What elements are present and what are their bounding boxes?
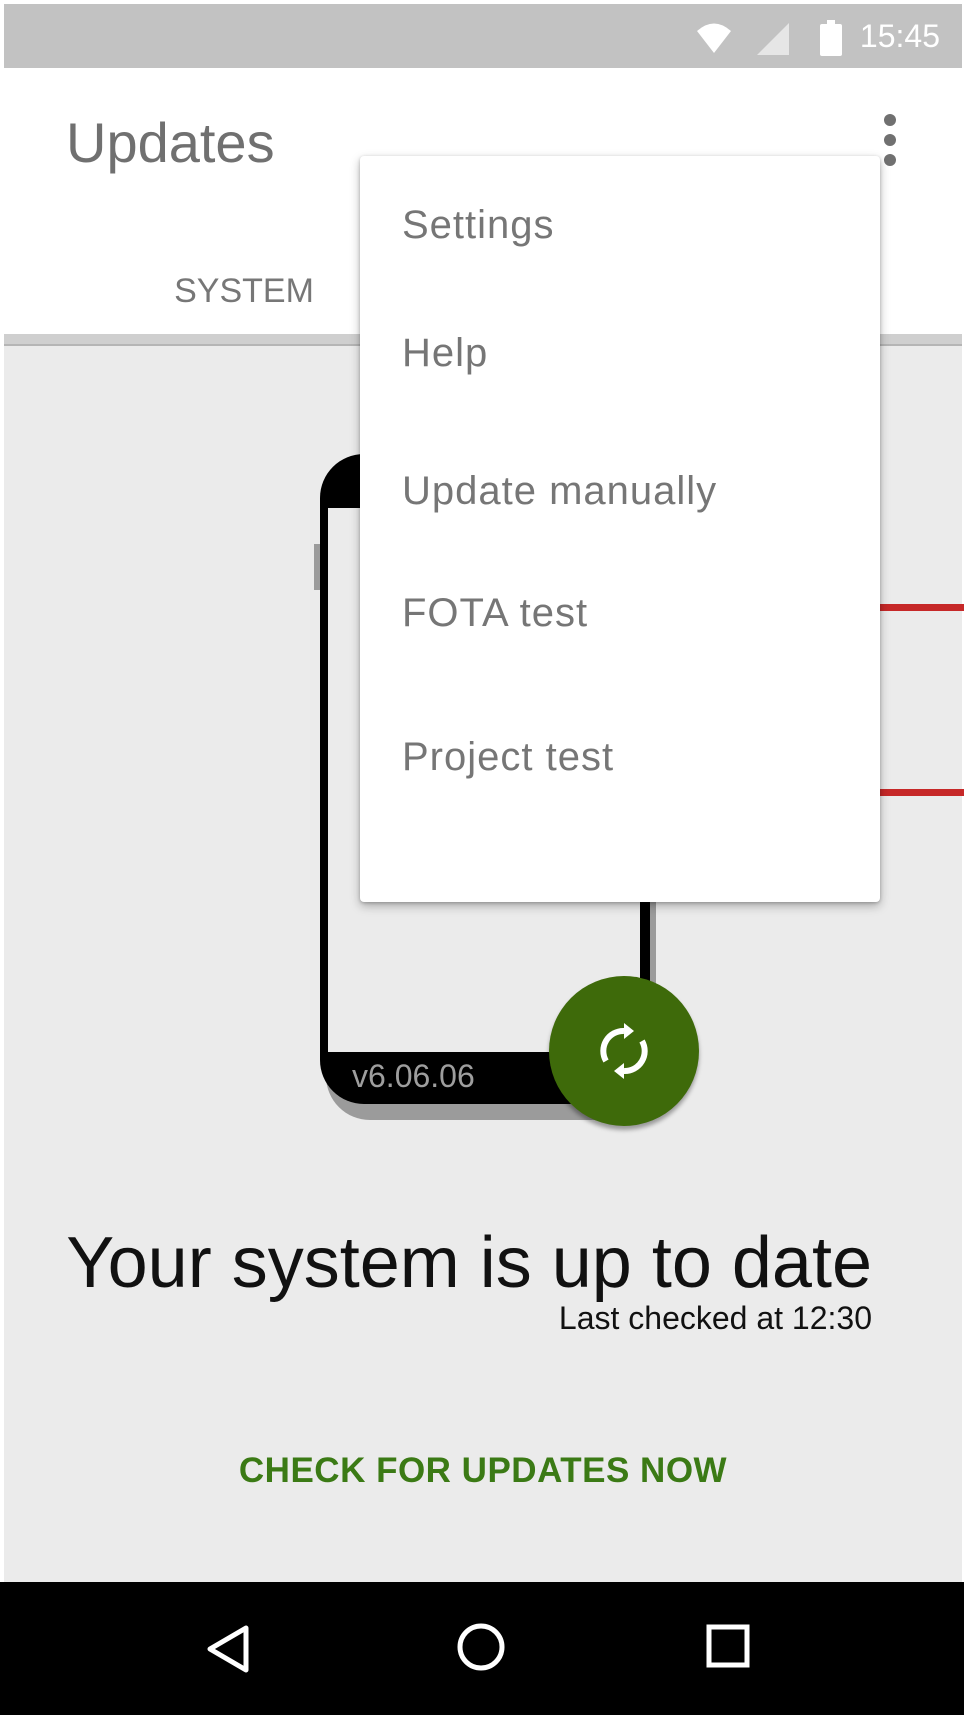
page-title: Updates	[66, 111, 275, 174]
check-for-updates-button[interactable]: CHECK FOR UPDATES NOW	[204, 1436, 762, 1506]
menu-item-update-manually[interactable]: Update manually	[360, 436, 880, 546]
cell-signal-icon	[757, 23, 789, 55]
home-icon[interactable]	[456, 1622, 506, 1672]
refresh-button[interactable]	[549, 976, 699, 1126]
screen: 15:45 Updates SYSTEM v6.06.06 Your syste…	[0, 0, 964, 1715]
wifi-icon	[697, 23, 731, 53]
menu-item-fota-test[interactable]: FOTA test	[360, 558, 880, 668]
navigation-bar	[0, 1582, 964, 1715]
recents-icon[interactable]	[706, 1624, 750, 1668]
status-bar: 15:45	[4, 4, 962, 68]
version-label: v6.06.06	[352, 1058, 475, 1094]
battery-icon	[820, 20, 842, 56]
menu-item-help[interactable]: Help	[360, 298, 880, 408]
status-time: 15:45	[859, 18, 940, 54]
status-title: Your system is up to date	[66, 1223, 872, 1303]
sync-icon	[600, 1023, 648, 1079]
overflow-menu-button[interactable]	[878, 112, 902, 168]
phone-side-button	[314, 544, 320, 590]
menu-item-settings[interactable]: Settings	[360, 170, 880, 280]
overflow-menu: Settings Help Update manually FOTA test …	[360, 156, 880, 902]
back-icon[interactable]	[204, 1624, 252, 1674]
menu-item-project-test[interactable]: Project test	[360, 702, 880, 812]
tab-system[interactable]: SYSTEM	[104, 248, 384, 334]
last-checked-text: Last checked at 12:30	[558, 1300, 872, 1336]
more-vert-icon	[884, 114, 896, 166]
